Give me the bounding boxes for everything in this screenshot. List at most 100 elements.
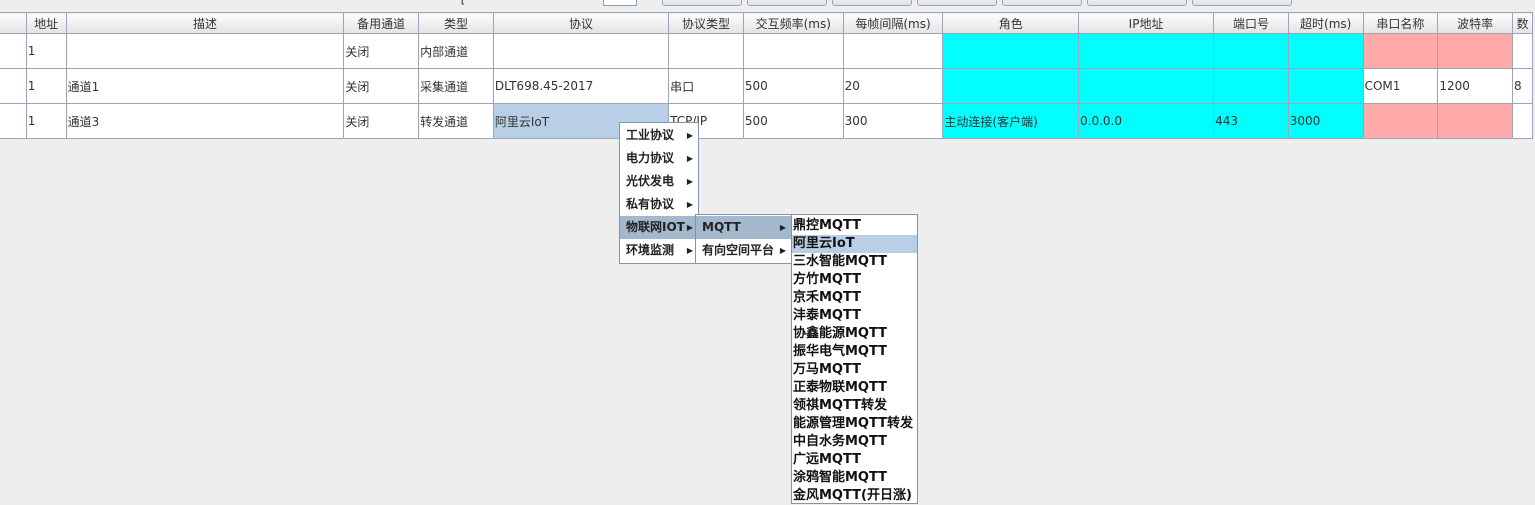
menu-item-industrial[interactable]: 工业协议 ▶ xyxy=(620,124,698,147)
table-cell[interactable]: 8 xyxy=(1511,68,1534,104)
table-cell[interactable] xyxy=(742,33,844,69)
table-row[interactable]: 1 通道3 关闭 转发通道 阿里云IoT TCP/IP 500 300 主动连接… xyxy=(0,103,1534,139)
table-cell[interactable]: 1 xyxy=(25,68,67,104)
table-cell[interactable] xyxy=(1287,68,1364,104)
table-cell[interactable]: 3000 xyxy=(1287,103,1364,139)
menu-item-iot[interactable]: 物联网IOT ▶ xyxy=(620,216,698,239)
table-cell[interactable]: 20 xyxy=(842,68,944,104)
table-cell[interactable]: 500 xyxy=(742,103,844,139)
column-header[interactable]: 串口名称 xyxy=(1362,12,1439,34)
row-header[interactable] xyxy=(0,103,27,139)
menu-item-mqtt-protocol[interactable]: 广远MQTT xyxy=(792,451,917,469)
table-cell[interactable]: DLT698.45-2017 xyxy=(492,68,670,104)
table-cell[interactable]: 串口 xyxy=(668,68,744,104)
table-cell[interactable]: 转发通道 xyxy=(418,103,494,139)
menu-item-mqtt-protocol[interactable]: 万马MQTT xyxy=(792,361,917,379)
toolbar-button-4[interactable] xyxy=(917,0,997,6)
column-header[interactable]: 超时(ms) xyxy=(1287,12,1364,34)
table-cell[interactable]: 通道3 xyxy=(65,103,345,139)
table-cell[interactable] xyxy=(1437,33,1513,69)
menu-item-mqtt[interactable]: MQTT ▶ xyxy=(696,216,791,239)
menu-item-mqtt-protocol[interactable]: 方竹MQTT xyxy=(792,271,917,289)
table-cell[interactable]: 1 xyxy=(25,103,67,139)
column-header[interactable]: 备用通道 xyxy=(343,12,420,34)
menu-item-mqtt-protocol[interactable]: 中自水务MQTT xyxy=(792,433,917,451)
menu-item-solar[interactable]: 光伏发电 ▶ xyxy=(620,170,698,193)
table-cell[interactable] xyxy=(65,33,345,69)
column-header[interactable]: 数 xyxy=(1511,12,1534,34)
table-cell[interactable]: 主动连接(客户端) xyxy=(942,103,1079,139)
menu-item-mqtt-protocol[interactable]: 领祺MQTT转发 xyxy=(792,397,917,415)
menu-item-mqtt-protocol[interactable]: 振华电气MQTT xyxy=(792,343,917,361)
table-cell[interactable]: 1200 xyxy=(1437,68,1513,104)
row-header[interactable] xyxy=(0,68,27,104)
table-row[interactable]: 1 通道1 关闭 采集通道 DLT698.45-2017 串口 500 20 C… xyxy=(0,68,1534,104)
menu-item-private[interactable]: 私有协议 ▶ xyxy=(620,193,698,216)
column-header[interactable]: 端口号 xyxy=(1213,12,1289,34)
table-cell[interactable]: 内部通道 xyxy=(418,33,494,69)
table-cell[interactable] xyxy=(842,33,944,69)
table-cell[interactable]: 0.0.0.0 xyxy=(1077,103,1215,139)
table-cell[interactable] xyxy=(1511,33,1534,69)
menu-item-mqtt-protocol[interactable]: 阿里云IoT xyxy=(792,235,917,253)
table-cell[interactable] xyxy=(1362,103,1439,139)
toolbar-spinner[interactable] xyxy=(603,0,637,6)
submenu-arrow-icon: ▶ xyxy=(779,223,786,232)
menu-item-space-platform[interactable]: 有向空间平台 ▶ xyxy=(696,239,791,262)
menu-item-mqtt-protocol[interactable]: 协鑫能源MQTT xyxy=(792,325,917,343)
menu-item-power[interactable]: 电力协议 ▶ xyxy=(620,147,698,170)
column-header[interactable]: 协议类型 xyxy=(668,12,744,34)
table-cell[interactable] xyxy=(492,33,670,69)
column-header[interactable]: 地址 xyxy=(25,12,67,34)
menu-item-mqtt-protocol[interactable]: 正泰物联MQTT xyxy=(792,379,917,397)
table-cell[interactable] xyxy=(1213,68,1289,104)
menu-item-mqtt-protocol[interactable]: 涂鸦智能MQTT xyxy=(792,469,917,487)
table-cell[interactable]: 关闭 xyxy=(343,103,420,139)
submenu-arrow-icon: ▶ xyxy=(686,177,693,186)
table-cell[interactable] xyxy=(1437,103,1513,139)
toolbar-button-7[interactable] xyxy=(1192,0,1292,6)
menu-item-mqtt-protocol[interactable]: 鼎控MQTT xyxy=(792,217,917,235)
column-header[interactable]: 描述 xyxy=(65,12,345,34)
menu-item-mqtt-protocol[interactable]: 京禾MQTT xyxy=(792,289,917,307)
row-header[interactable] xyxy=(0,33,27,69)
menu-item-mqtt-protocol[interactable]: 金风MQTT(开日涨) xyxy=(792,487,917,505)
menu-item-mqtt-protocol[interactable]: 能源管理MQTT转发 xyxy=(792,415,917,433)
table-cell[interactable]: 500 xyxy=(742,68,844,104)
table-cell[interactable] xyxy=(668,33,744,69)
table-cell[interactable] xyxy=(1287,33,1364,69)
table-cell[interactable]: 采集通道 xyxy=(418,68,494,104)
table-cell[interactable]: 300 xyxy=(842,103,944,139)
toolbar-button-2[interactable] xyxy=(747,0,827,6)
menu-item-label: 电力协议 xyxy=(626,151,675,165)
table-cell[interactable] xyxy=(1077,68,1215,104)
table-cell[interactable]: COM1 xyxy=(1362,68,1439,104)
table-cell[interactable]: 关闭 xyxy=(343,68,420,104)
table-cell[interactable]: 443 xyxy=(1213,103,1289,139)
table-cell[interactable]: 通道1 xyxy=(65,68,345,104)
menu-item-mqtt-protocol[interactable]: 沣泰MQTT xyxy=(792,307,917,325)
submenu-arrow-icon: ▶ xyxy=(686,131,693,140)
column-header[interactable]: 交互频率(ms) xyxy=(742,12,844,34)
column-header[interactable]: IP地址 xyxy=(1077,12,1215,34)
table-row[interactable]: 1 关闭 内部通道 xyxy=(0,33,1534,69)
column-header[interactable]: 每帧间隔(ms) xyxy=(842,12,944,34)
column-header[interactable]: 类型 xyxy=(418,12,494,34)
column-header[interactable]: 波特率 xyxy=(1437,12,1513,34)
menu-item-mqtt-protocol[interactable]: 三水智能MQTT xyxy=(792,253,917,271)
table-cell[interactable] xyxy=(1213,33,1289,69)
table-cell[interactable]: 1 xyxy=(25,33,67,69)
table-cell[interactable] xyxy=(1077,33,1215,69)
menu-item-environment[interactable]: 环境监测 ▶ xyxy=(620,239,698,262)
toolbar-button-6[interactable] xyxy=(1087,0,1187,6)
table-cell[interactable] xyxy=(942,68,1079,104)
toolbar-button-5[interactable] xyxy=(1002,0,1082,6)
toolbar-button-3[interactable] xyxy=(832,0,912,6)
column-header[interactable]: 协议 xyxy=(492,12,670,34)
table-cell[interactable]: 关闭 xyxy=(343,33,420,69)
table-cell[interactable] xyxy=(1362,33,1439,69)
toolbar-button-1[interactable] xyxy=(662,0,742,6)
column-header[interactable]: 角色 xyxy=(942,12,1079,34)
table-cell[interactable] xyxy=(942,33,1079,69)
table-cell[interactable] xyxy=(1511,103,1534,139)
